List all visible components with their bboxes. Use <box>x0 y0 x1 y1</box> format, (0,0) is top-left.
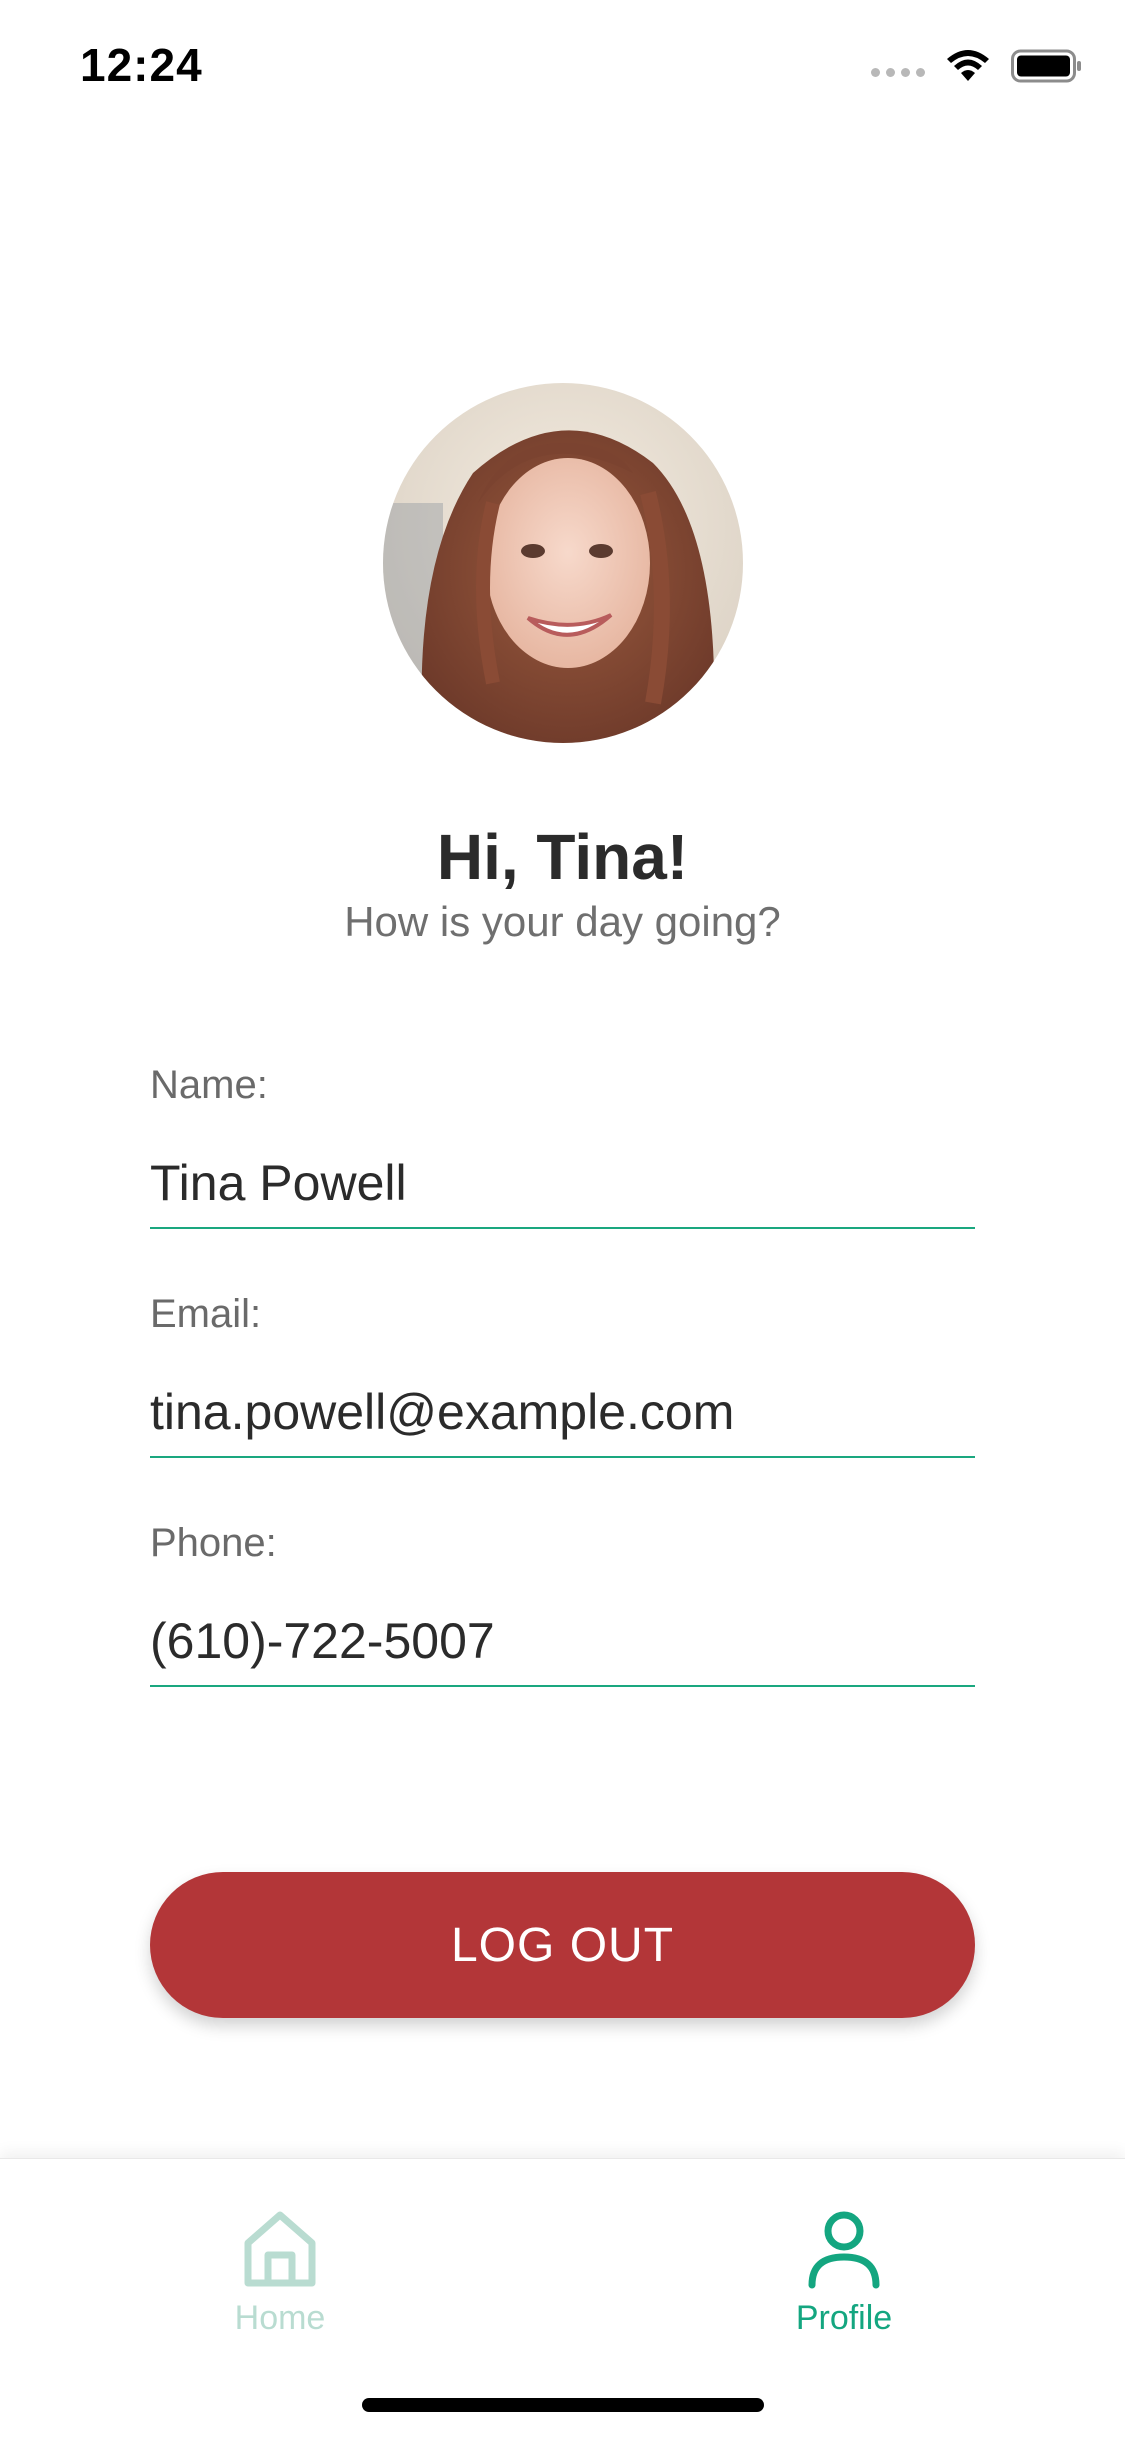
greeting-title: Hi, Tina! <box>436 821 689 893</box>
name-underline <box>150 1227 975 1229</box>
logout-button[interactable]: LOG OUT <box>150 1872 975 2018</box>
tab-home[interactable]: Home <box>180 2209 380 2338</box>
phone-field-group: Phone: <box>150 1513 975 1687</box>
avatar-photo <box>383 383 743 743</box>
person-icon <box>808 2211 880 2289</box>
status-time: 12:24 <box>80 39 203 91</box>
home-icon <box>244 2211 316 2287</box>
email-input[interactable] <box>150 1372 975 1452</box>
phone-underline <box>150 1685 975 1687</box>
email-underline <box>150 1456 975 1458</box>
tab-profile-label: Profile <box>795 2299 893 2337</box>
battery-icon <box>1011 49 1081 83</box>
name-input[interactable] <box>150 1143 975 1223</box>
home-indicator[interactable] <box>362 2398 764 2412</box>
status-bar: 12:24 <box>0 0 1125 140</box>
avatar <box>383 383 743 743</box>
name-field-group: Name: <box>150 1055 975 1229</box>
name-label: Name: <box>150 1063 268 1107</box>
cellular-signal-icon <box>871 67 925 77</box>
tab-profile[interactable]: Profile <box>744 2209 944 2338</box>
greeting-subtitle: How is your day going? <box>344 898 781 945</box>
tab-home-label: Home <box>234 2299 326 2337</box>
phone-label: Phone: <box>150 1521 277 1565</box>
email-field-group: Email: <box>150 1284 975 1458</box>
email-label: Email: <box>150 1292 262 1336</box>
status-icons <box>871 48 1083 84</box>
phone-input[interactable] <box>150 1601 975 1681</box>
wifi-icon <box>947 50 989 81</box>
tab-bar: Home Profile <box>0 2158 1125 2437</box>
